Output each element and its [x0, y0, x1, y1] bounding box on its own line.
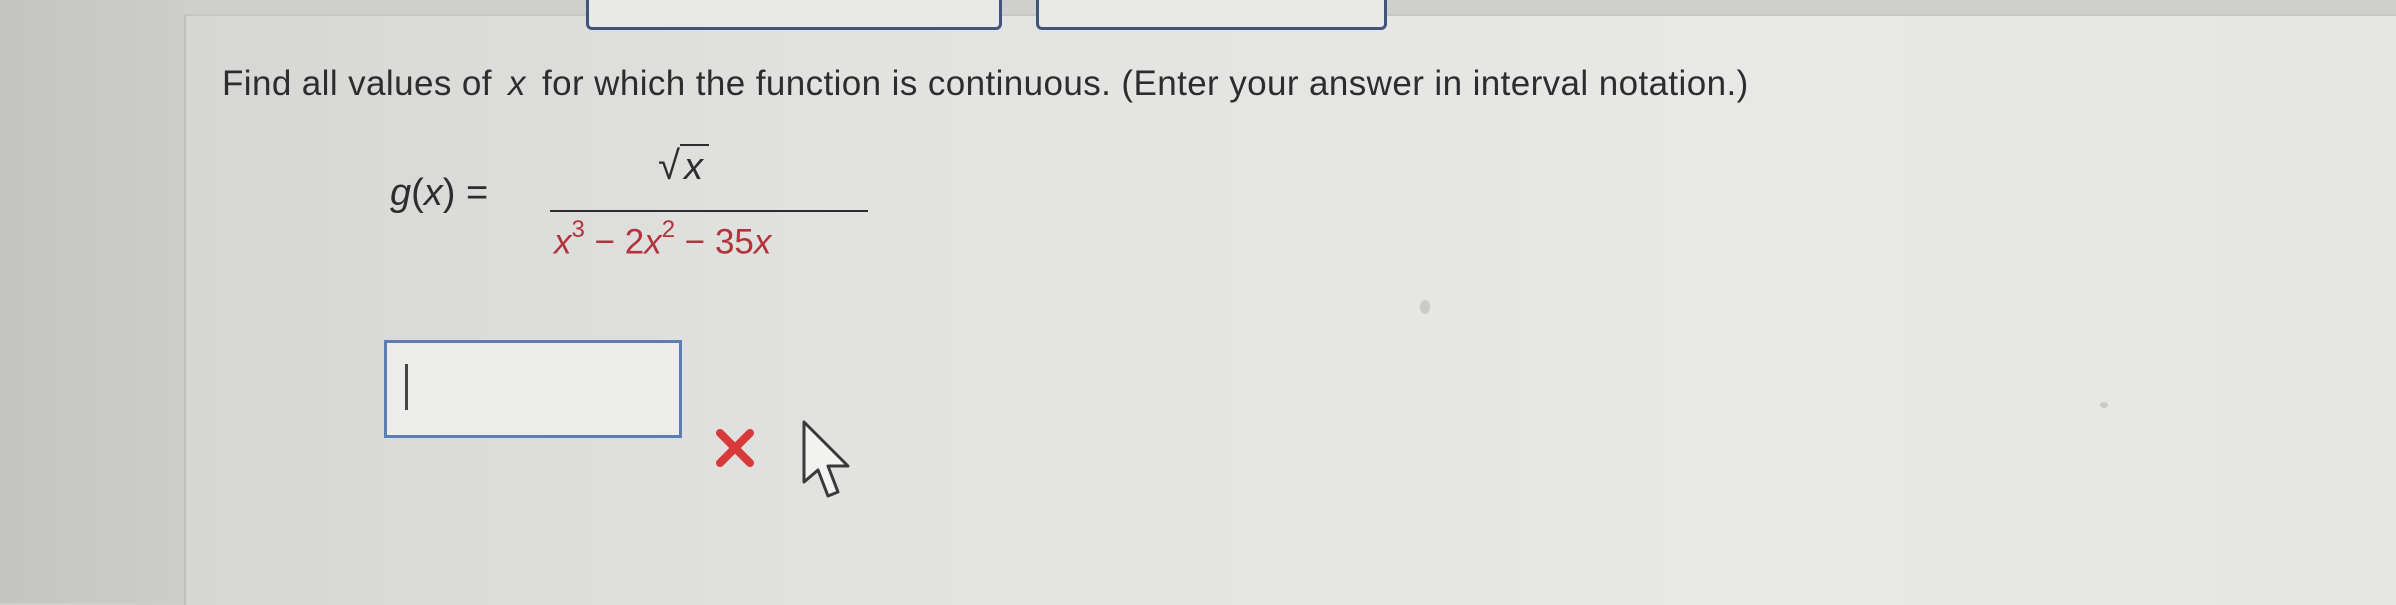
question-variable: x: [507, 64, 526, 103]
question-suffix: for which the function is continuous. (E…: [542, 64, 1749, 103]
smudge: [1420, 300, 1430, 314]
wrong-x-icon: [716, 429, 754, 467]
answer-input[interactable]: [384, 340, 682, 438]
numerator: √ x: [658, 144, 709, 189]
text-caret: [405, 364, 408, 410]
denominator-var: x: [554, 222, 572, 262]
left-margin: [0, 0, 184, 603]
arrow-cursor-icon: [802, 420, 850, 498]
top-button-1[interactable]: [586, 0, 1002, 30]
function-equation: g(x) = √ x x3 − 2x2 − 35x: [390, 144, 910, 272]
top-button-2[interactable]: [1036, 0, 1387, 30]
fraction: √ x x3 − 2x2 − 35x: [550, 144, 870, 272]
denominator-term: − 2: [584, 222, 645, 262]
denominator-term: − 35: [675, 222, 754, 262]
denominator: x3 − 2x2 − 35x: [554, 216, 772, 263]
question-prefix: Find all values of: [222, 64, 492, 103]
square-root-icon: √: [658, 144, 680, 188]
question-text: Find all values of x for which the funct…: [222, 64, 1749, 104]
smudge: [2100, 402, 2108, 408]
denominator-exponent: 3: [571, 216, 585, 243]
denominator-exponent: 2: [661, 216, 676, 243]
function-label: g(x) =: [390, 172, 489, 214]
denominator-var: x: [644, 222, 662, 262]
radicand: x: [679, 144, 709, 188]
denominator-var: x: [753, 222, 772, 262]
fraction-bar: [550, 210, 868, 212]
